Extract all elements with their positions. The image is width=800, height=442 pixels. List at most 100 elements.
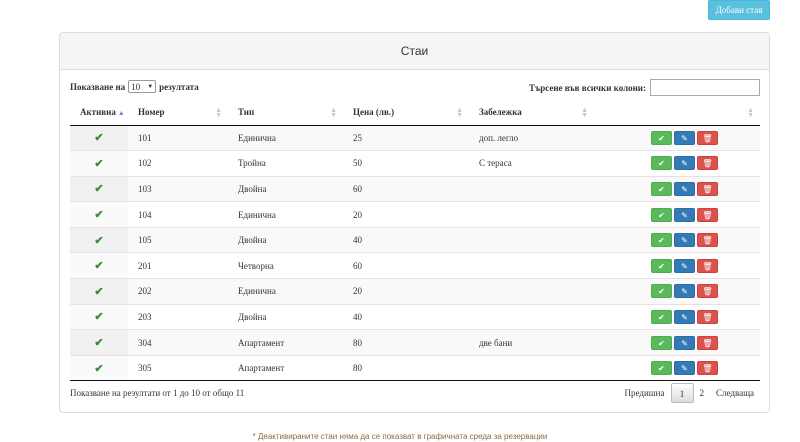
- column-header-type[interactable]: Тип ▲ ▼: [228, 100, 343, 126]
- sort-asc-icon: ▲: [117, 109, 125, 118]
- pencil-icon: ✎: [681, 184, 688, 194]
- row-actions: ✔ ✎ 🗑: [604, 233, 760, 248]
- delete-button[interactable]: 🗑: [697, 233, 718, 248]
- column-header-price[interactable]: Цена (лв.) ▲ ▼: [343, 100, 469, 126]
- edit-button[interactable]: ✎: [674, 361, 695, 376]
- column-header-label: Номер: [138, 107, 165, 118]
- page-link-1[interactable]: 1: [670, 383, 694, 403]
- room-note: С тераса: [469, 150, 594, 177]
- pencil-icon: ✎: [681, 364, 688, 374]
- add-room-button[interactable]: Добави стая: [708, 0, 770, 20]
- column-header-note[interactable]: Забележка ▲ ▼: [469, 100, 594, 126]
- edit-button[interactable]: ✎: [674, 309, 695, 324]
- row-actions: ✔ ✎ 🗑: [604, 335, 760, 350]
- column-header-number[interactable]: Номер ▲ ▼: [128, 100, 228, 126]
- search-control: Търсене във всички колони:: [529, 79, 760, 96]
- room-type: Апартамент: [228, 329, 343, 356]
- length-prefix: Показване на: [70, 81, 126, 92]
- trash-icon: 🗑: [702, 312, 713, 322]
- room-note: [469, 201, 594, 228]
- column-header-actions[interactable]: ▲ ▼: [594, 100, 760, 126]
- activate-button[interactable]: ✔: [651, 233, 672, 248]
- rooms-table: Активна ▲ Номер ▲ ▼ Тип ▲ ▼ Цена (лв.) ▲ ▼ Забе…: [70, 100, 760, 382]
- check-icon: ✔: [94, 132, 104, 145]
- trash-icon: 🗑: [702, 236, 713, 246]
- room-note: [469, 278, 594, 305]
- delete-button[interactable]: 🗑: [697, 156, 718, 171]
- edit-button[interactable]: ✎: [674, 181, 695, 196]
- next-page-link[interactable]: Следваща: [710, 383, 760, 403]
- active-cell: ✔: [70, 303, 128, 330]
- delete-button[interactable]: 🗑: [697, 284, 718, 299]
- sort-icon: ▲ ▼: [330, 106, 337, 119]
- page-link-2[interactable]: 2: [694, 383, 711, 403]
- edit-button[interactable]: ✎: [674, 284, 695, 299]
- active-cell: ✔: [70, 226, 128, 253]
- room-number: 201: [128, 252, 228, 279]
- actions-cell: ✔ ✎ 🗑: [594, 252, 760, 279]
- ok-icon: ✔: [658, 338, 665, 348]
- header-row: Активна ▲ Номер ▲ ▼ Тип ▲ ▼ Цена (лв.) ▲ ▼ Забе…: [70, 100, 760, 126]
- active-cell: ✔: [70, 278, 128, 305]
- delete-button[interactable]: 🗑: [697, 335, 718, 350]
- room-note: [469, 252, 594, 279]
- activate-button[interactable]: ✔: [651, 181, 672, 196]
- actions-cell: ✔ ✎ 🗑: [594, 201, 760, 228]
- check-icon: ✔: [94, 337, 104, 350]
- delete-button[interactable]: 🗑: [697, 309, 718, 324]
- ok-icon: ✔: [658, 184, 665, 194]
- active-cell: ✔: [70, 354, 128, 382]
- edit-button[interactable]: ✎: [674, 207, 695, 222]
- actions-cell: ✔ ✎ 🗑: [594, 125, 760, 151]
- delete-button[interactable]: 🗑: [697, 258, 718, 273]
- pencil-icon: ✎: [681, 133, 688, 143]
- activate-button[interactable]: ✔: [651, 335, 672, 350]
- ok-icon: ✔: [658, 210, 665, 220]
- actions-cell: ✔ ✎ 🗑: [594, 150, 760, 177]
- search-input[interactable]: [650, 79, 760, 96]
- activate-button[interactable]: ✔: [651, 258, 672, 273]
- length-suffix: резултата: [159, 81, 199, 92]
- column-header-label: Забележка: [479, 107, 522, 118]
- sort-icon: ▲ ▼: [456, 106, 463, 119]
- page-length-select[interactable]: 10 ▼: [128, 80, 157, 93]
- trash-icon: 🗑: [702, 133, 713, 143]
- caret-down-icon: ▼: [147, 83, 154, 90]
- edit-button[interactable]: ✎: [674, 130, 695, 145]
- room-note: [469, 354, 594, 382]
- delete-button[interactable]: 🗑: [697, 181, 718, 196]
- activate-button[interactable]: ✔: [651, 156, 672, 171]
- activate-button[interactable]: ✔: [651, 207, 672, 222]
- pencil-icon: ✎: [681, 210, 688, 220]
- table-row: ✔ 305 Апартамент 80 ✔ ✎ 🗑: [70, 354, 760, 382]
- delete-button[interactable]: 🗑: [697, 361, 718, 376]
- ok-icon: ✔: [658, 364, 665, 374]
- column-header-label: Тип: [238, 107, 255, 118]
- activate-button[interactable]: ✔: [651, 361, 672, 376]
- room-number: 202: [128, 278, 228, 305]
- trash-icon: 🗑: [702, 184, 713, 194]
- trash-icon: 🗑: [702, 338, 713, 348]
- delete-button[interactable]: 🗑: [697, 130, 718, 145]
- activate-button[interactable]: ✔: [651, 130, 672, 145]
- activate-button[interactable]: ✔: [651, 309, 672, 324]
- actions-cell: ✔ ✎ 🗑: [594, 329, 760, 356]
- edit-button[interactable]: ✎: [674, 335, 695, 350]
- room-note: [469, 226, 594, 253]
- edit-button[interactable]: ✎: [674, 156, 695, 171]
- activate-button[interactable]: ✔: [651, 284, 672, 299]
- check-icon: ✔: [94, 209, 104, 222]
- check-icon: ✔: [94, 234, 104, 247]
- room-note: две бани: [469, 329, 594, 356]
- table-row: ✔ 101 Единична 25 доп. легло ✔ ✎ 🗑: [70, 125, 760, 151]
- room-type: Двойна: [228, 226, 343, 253]
- delete-button[interactable]: 🗑: [697, 207, 718, 222]
- previous-page-link[interactable]: Предишна: [618, 383, 670, 403]
- edit-button[interactable]: ✎: [674, 233, 695, 248]
- room-number: 102: [128, 150, 228, 177]
- actions-cell: ✔ ✎ 🗑: [594, 175, 760, 202]
- table-row: ✔ 105 Двойна 40 ✔ ✎ 🗑: [70, 226, 760, 253]
- edit-button[interactable]: ✎: [674, 258, 695, 273]
- column-header-active[interactable]: Активна ▲: [70, 100, 128, 126]
- sort-icon: ▲ ▼: [747, 106, 754, 119]
